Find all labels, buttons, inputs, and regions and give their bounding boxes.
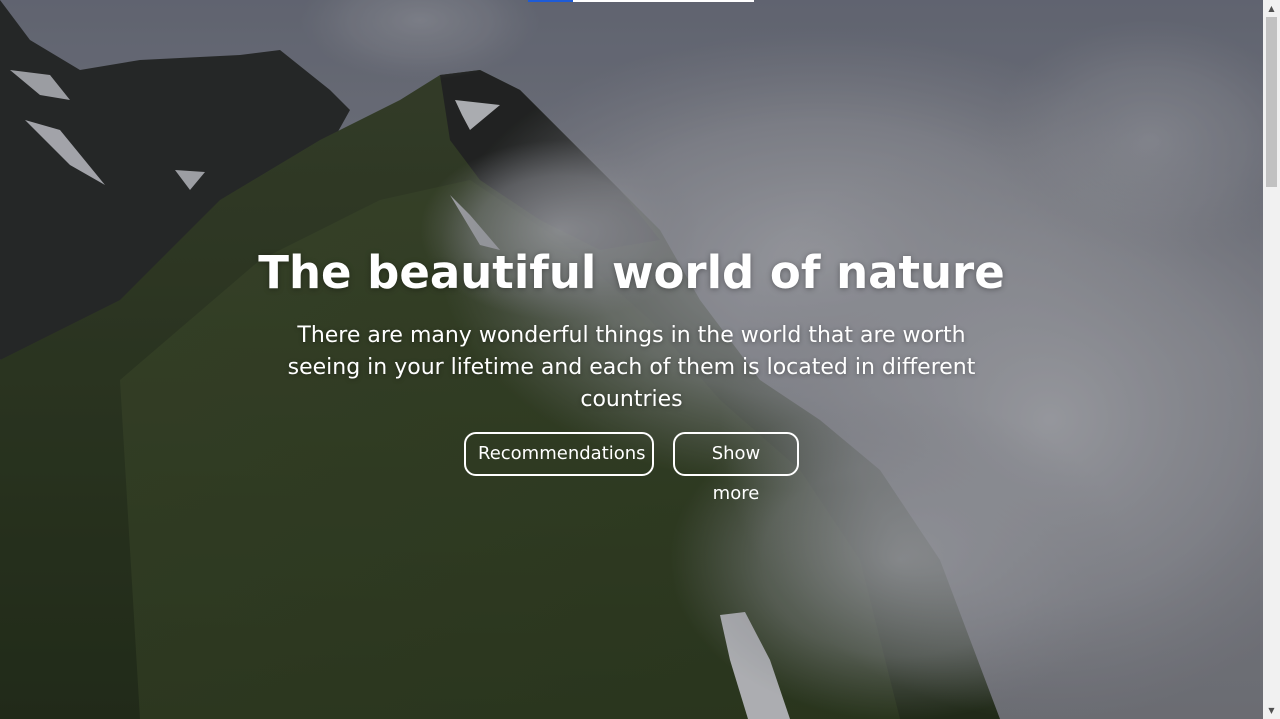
hero-buttons: Recommendations Show more <box>0 432 1263 504</box>
page-viewport: The beautiful world of nature There are … <box>0 0 1263 719</box>
hero-content: The beautiful world of nature There are … <box>0 240 1263 504</box>
slider-progress-track <box>528 0 754 2</box>
recommendations-button[interactable]: Recommendations <box>464 432 654 476</box>
hero-subtitle: There are many wonderful things in the w… <box>287 323 976 412</box>
show-more-button[interactable]: Show more <box>673 432 799 504</box>
scrollbar-thumb[interactable] <box>1266 17 1277 187</box>
vertical-scrollbar[interactable]: ▲ ▼ <box>1263 0 1280 719</box>
hero-title: The beautiful world of nature <box>258 246 1005 299</box>
scroll-down-arrow-icon[interactable]: ▼ <box>1263 702 1280 719</box>
scroll-up-arrow-icon[interactable]: ▲ <box>1263 0 1280 17</box>
slider-progress-fill <box>528 0 574 2</box>
